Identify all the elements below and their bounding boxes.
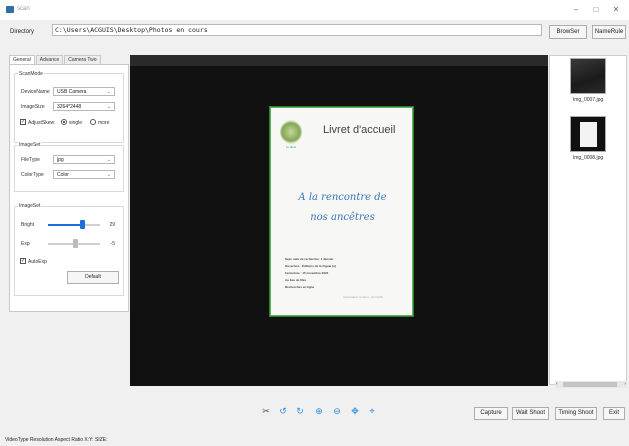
default-button[interactable]: Default <box>67 271 119 284</box>
settings-panel: ScanMode DeviceName USB Camera ⌄ ImageSi… <box>9 64 129 312</box>
status-text: VideoType Resolution Aspect Ratio X:Y: S… <box>5 437 108 443</box>
color-type-value: Color <box>57 172 69 178</box>
exp-value: -5 <box>110 241 115 247</box>
name-rule-button[interactable]: NameRule <box>592 25 626 39</box>
scrollbar-thumb[interactable] <box>563 382 617 387</box>
document-details: Sept. aide de recherche: 1 Janvier Ouver… <box>285 256 336 291</box>
color-type-label: ColorType <box>21 172 44 178</box>
auto-exp-label: AutoExp <box>28 259 47 265</box>
document-logo <box>280 120 302 144</box>
document-headline: A la rencontre de nos ancêtres <box>271 188 414 228</box>
thumbnail-image[interactable] <box>570 116 606 152</box>
exp-label: Exp <box>21 241 30 247</box>
directory-label: Directory <box>10 29 35 35</box>
file-type-value: jpg <box>57 157 64 163</box>
image-size-select[interactable]: 3264*2448 ⌄ <box>53 102 115 111</box>
thumbnail-label[interactable]: Img_0008.jpg <box>558 155 618 161</box>
color-type-select[interactable]: Color ⌄ <box>53 170 115 179</box>
browse-button[interactable]: BrowSer <box>549 25 587 39</box>
single-radio[interactable] <box>61 119 67 125</box>
document-headline-line-1: A la rencontre de <box>298 192 387 203</box>
more-label: more <box>98 120 110 126</box>
chevron-down-icon: ⌄ <box>106 104 111 110</box>
bright-slider-handle[interactable] <box>80 220 85 229</box>
preview-frame: Le lacet Livret d'accueil A la rencontre… <box>130 66 548 386</box>
bright-value: 29 <box>109 222 115 228</box>
directory-input[interactable]: C:\Users\ACGUIS\Desktop\Photos en cours <box>52 24 542 36</box>
exit-button[interactable]: Exit <box>603 407 625 420</box>
file-type-select[interactable]: jpg ⌄ <box>53 155 115 164</box>
adjust-skew-label: AdjustSkew: <box>28 120 56 126</box>
exp-slider-handle[interactable] <box>73 239 78 248</box>
image-set-title: ImageSet <box>18 142 42 148</box>
rotate-left-icon[interactable]: ↺ <box>278 406 288 416</box>
image-size-label: ImageSize <box>21 104 45 110</box>
thumbnail-label[interactable]: Img_0007.jpg <box>558 97 618 103</box>
device-name-value: USB Camera <box>57 89 87 95</box>
title-bar: scan – □ ✕ <box>0 0 629 20</box>
close-icon[interactable]: ✕ <box>609 3 623 17</box>
scanned-document: Le lacet Livret d'accueil A la rencontre… <box>270 107 413 316</box>
wait-shoot-button[interactable]: Wait Shoot <box>512 407 549 420</box>
document-detail-line: Recherches en ligne <box>285 285 315 289</box>
bright-slider-track[interactable] <box>48 224 100 226</box>
fit-icon[interactable]: ⌖ <box>367 406 377 416</box>
window-title: scan <box>17 6 30 12</box>
document-detail-line: Fermeture : 15 novembre 2024 <box>285 271 329 275</box>
thumbnail-scrollbar[interactable]: ‹ › <box>555 381 627 388</box>
bright-label: Bright <box>21 222 35 228</box>
document-detail-line: Sept. aide de recherche: 1 Janvier <box>285 257 334 261</box>
bright-slider-fill <box>48 224 82 226</box>
preview-header <box>130 55 548 66</box>
document-footer-line: Association le lacet - ACGUIS <box>343 295 383 299</box>
scroll-left-icon[interactable]: ‹ <box>556 381 558 388</box>
more-radio[interactable] <box>90 119 96 125</box>
zoom-out-icon[interactable]: ⊖ <box>332 406 342 416</box>
image-adjust-title: ImageSet <box>18 203 42 209</box>
camera-preview[interactable]: Le lacet Livret d'accueil A la rencontre… <box>130 55 548 386</box>
auto-exp-checkbox[interactable]: ✓ <box>20 258 26 264</box>
chevron-down-icon: ⌄ <box>106 89 111 95</box>
chevron-down-icon: ⌄ <box>106 172 111 178</box>
device-name-label: DeviceName <box>21 89 50 95</box>
adjust-skew-checkbox[interactable]: ✓ <box>20 119 26 125</box>
scroll-right-icon[interactable]: › <box>624 381 626 388</box>
crop-icon[interactable]: ✂ <box>261 406 271 416</box>
zoom-in-icon[interactable]: ⊕ <box>314 406 324 416</box>
timing-shoot-button[interactable]: Timing Shoot <box>555 407 597 420</box>
device-name-select[interactable]: USB Camera ⌄ <box>53 87 115 96</box>
app-icon <box>6 6 14 13</box>
rotate-right-icon[interactable]: ↻ <box>295 406 305 416</box>
document-detail-line: Ouverture : Éditions de la Cigale (a) <box>285 264 336 268</box>
document-title: Livret d'accueil <box>323 124 396 136</box>
image-set-group <box>14 145 124 192</box>
document-detail-line: Au lieu de filés <box>285 278 307 282</box>
single-label: single <box>69 120 83 126</box>
minimize-icon[interactable]: – <box>569 3 583 17</box>
maximize-icon[interactable]: □ <box>589 3 603 17</box>
scan-mode-title: ScanMode <box>18 71 44 77</box>
document-headline-line-2: nos ancêtres <box>310 212 375 223</box>
thumbnail-image[interactable] <box>570 58 606 94</box>
document-logo-text: Le lacet <box>285 145 297 149</box>
thumbnail-page <box>580 122 597 147</box>
capture-button[interactable]: Capture <box>474 407 508 420</box>
thumbnail-panel: Img_0007.jpg Img_0008.jpg <box>549 55 627 385</box>
chevron-down-icon: ⌄ <box>106 157 111 163</box>
status-bar: VideoType Resolution Aspect Ratio X:Y: S… <box>0 431 629 446</box>
move-icon[interactable]: ✥ <box>350 406 360 416</box>
image-size-value: 3264*2448 <box>57 104 82 110</box>
file-type-label: FileType <box>21 157 40 163</box>
